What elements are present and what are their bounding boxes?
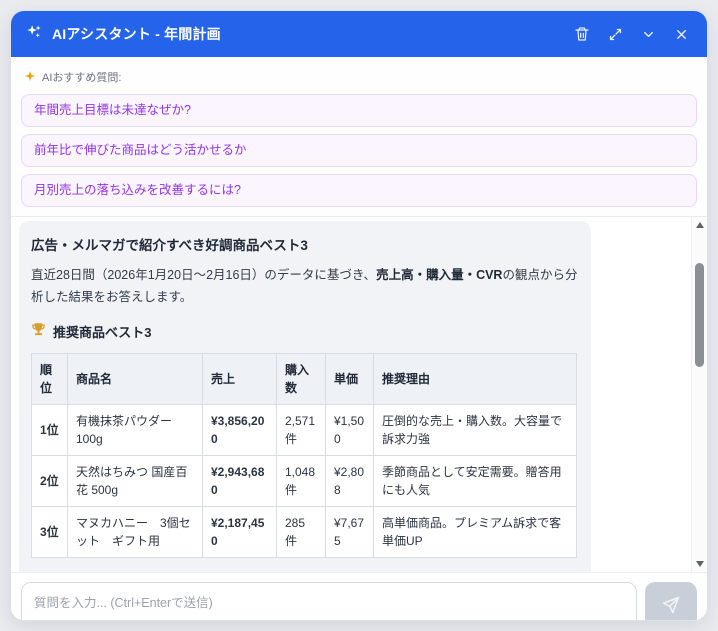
- messages-area: 広告・メルマガで紹介すべき好調商品ベスト3 直近28日間（2026年1月20日〜…: [11, 216, 707, 572]
- ai-assistant-widget: AIアシスタント - 年間計画: [10, 10, 708, 621]
- send-icon: [661, 595, 681, 618]
- col-product: 商品名: [68, 353, 203, 404]
- cell-unit-price: ¥2,808: [326, 455, 374, 506]
- assistant-message: 広告・メルマガで紹介すべき好調商品ベスト3 直近28日間（2026年1月20日〜…: [19, 221, 591, 572]
- table-header-row: 順位 商品名 売上 購入数 単価 推奨理由: [32, 353, 577, 404]
- cell-product: 有機抹茶パウダー 100g: [68, 404, 203, 455]
- suggestions-section: AIおすすめ質問: 年間売上目標は未達なぜか? 前年比で伸びた商品はどう活かせる…: [11, 57, 707, 216]
- message-title: 広告・メルマガで紹介すべき好調商品ベスト3: [31, 234, 579, 254]
- cell-sales: ¥2,943,680: [203, 455, 277, 506]
- col-rank: 順位: [32, 353, 68, 404]
- messages-scrollbar[interactable]: [691, 217, 707, 572]
- close-button[interactable]: [669, 22, 693, 46]
- recommended-products-heading: 推奨商品ベスト3: [31, 322, 579, 341]
- cell-product: 天然はちみつ 国産百花 500g: [68, 455, 203, 506]
- cell-purchases: 2,571件: [277, 404, 326, 455]
- cell-purchases: 1,048件: [277, 455, 326, 506]
- col-unit-price: 単価: [326, 353, 374, 404]
- cell-rank: 1位: [32, 404, 68, 455]
- input-area: [11, 572, 707, 621]
- scrollbar-thumb[interactable]: [695, 263, 704, 367]
- table-row: 1位 有機抹茶パウダー 100g ¥3,856,200 2,571件 ¥1,50…: [32, 404, 577, 455]
- question-input[interactable]: [21, 582, 637, 621]
- widget-title: AIアシスタント - 年間計画: [52, 24, 221, 44]
- scroll-up-arrow[interactable]: [692, 218, 707, 232]
- cell-reason: 圧倒的な売上・購入数。大容量で訴求力強: [374, 404, 577, 455]
- trash-icon: [574, 26, 590, 42]
- cell-rank: 3位: [32, 506, 68, 557]
- chevron-down-icon: [641, 27, 656, 42]
- send-button[interactable]: [645, 582, 697, 621]
- table-row: 2位 天然はちみつ 国産百花 500g ¥2,943,680 1,048件 ¥2…: [32, 455, 577, 506]
- cell-product: マヌカハニー 3個セット ギフト用: [68, 506, 203, 557]
- suggestions-header: AIおすすめ質問:: [24, 69, 697, 85]
- cell-reason: 高単価商品。プレミアム訴求で客単価UP: [374, 506, 577, 557]
- sparkles-icon: [25, 23, 43, 46]
- cell-unit-price: ¥7,675: [326, 506, 374, 557]
- table-row: 3位 マヌカハニー 3個セット ギフト用 ¥2,187,450 285件 ¥7,…: [32, 506, 577, 557]
- expand-button[interactable]: [603, 22, 627, 46]
- header-actions: [570, 22, 693, 46]
- trophy-icon: [31, 322, 46, 340]
- cell-reason: 季節商品として安定需要。贈答用にも人気: [374, 455, 577, 506]
- col-sales: 売上: [203, 353, 277, 404]
- expand-icon: [608, 27, 623, 42]
- cell-sales: ¥2,187,450: [203, 506, 277, 557]
- suggestion-button-3[interactable]: 月別売上の落ち込みを改善するには?: [21, 174, 697, 207]
- scroll-down-arrow[interactable]: [692, 557, 707, 571]
- col-purchases: 購入数: [277, 353, 326, 404]
- recommended-products-title: 推奨商品ベスト3: [53, 322, 152, 341]
- recommended-products-table: 順位 商品名 売上 購入数 単価 推奨理由 1位 有機抹茶パウダー 100g ¥…: [31, 353, 577, 558]
- cell-purchases: 285件: [277, 506, 326, 557]
- col-reason: 推奨理由: [374, 353, 577, 404]
- suggestions-label: AIおすすめ質問:: [42, 69, 121, 85]
- minimize-button[interactable]: [636, 22, 660, 46]
- delete-button[interactable]: [570, 22, 594, 46]
- sparkle-icon: [24, 70, 36, 85]
- cell-rank: 2位: [32, 455, 68, 506]
- cell-sales: ¥3,856,200: [203, 404, 277, 455]
- message-intro: 直近28日間（2026年1月20日〜2月16日）のデータに基づき、売上高・購入量…: [31, 265, 579, 309]
- cell-unit-price: ¥1,500: [326, 404, 374, 455]
- suggestion-button-2[interactable]: 前年比で伸びた商品はどう活かせるか: [21, 134, 697, 167]
- widget-header: AIアシスタント - 年間計画: [11, 11, 707, 57]
- close-icon: [674, 27, 689, 42]
- suggestion-button-1[interactable]: 年間売上目標は未達なぜか?: [21, 94, 697, 127]
